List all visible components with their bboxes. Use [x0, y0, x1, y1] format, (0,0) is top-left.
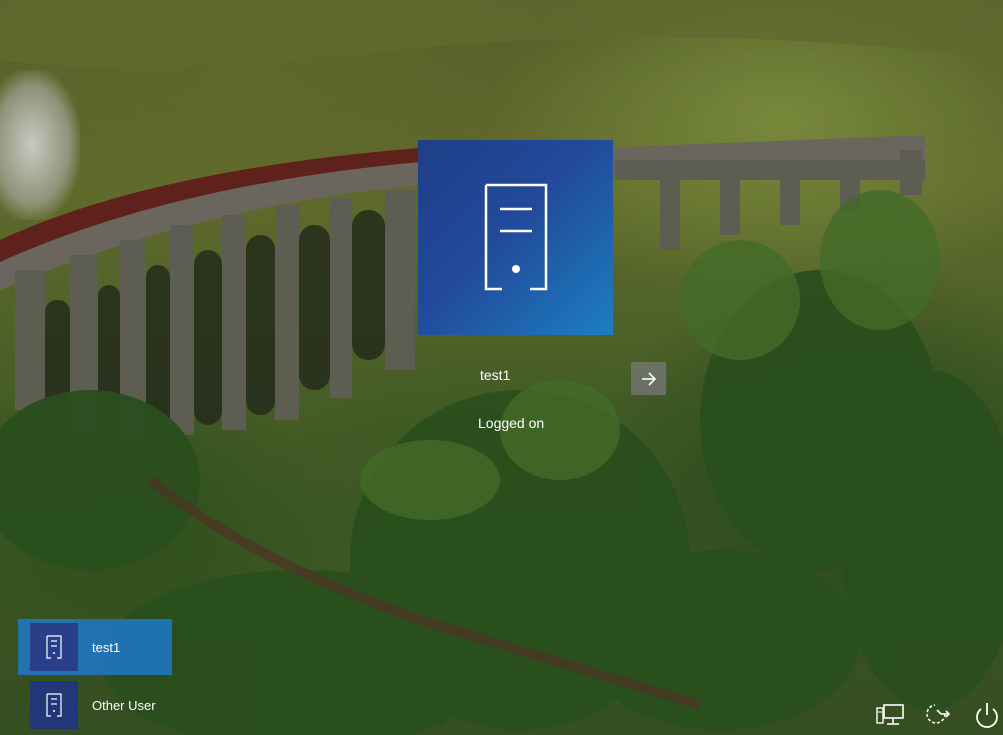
power-button[interactable]: [972, 700, 1002, 730]
server-icon: [46, 635, 62, 659]
user-avatar-tile: [418, 140, 613, 335]
user-status-text: Logged on: [478, 415, 545, 431]
user-list-label: Other User: [92, 697, 156, 713]
user-mini-tile: [30, 681, 78, 729]
ease-of-access-icon: [926, 704, 951, 724]
network-button[interactable]: [875, 700, 905, 730]
lock-screen: test1 Logged on test1 Other User: [0, 0, 1003, 735]
user-list-label: test1: [92, 639, 121, 655]
user-list-item-other-user[interactable]: Other User: [18, 677, 172, 733]
network-icon: [876, 704, 904, 725]
submit-arrow-button[interactable]: [631, 362, 666, 395]
username-label: test1: [480, 367, 511, 383]
user-mini-tile: [30, 623, 78, 671]
power-icon: [976, 703, 998, 728]
ease-of-access-button[interactable]: [922, 700, 952, 730]
server-icon: [46, 693, 62, 717]
user-list-item-test1[interactable]: test1: [18, 619, 172, 675]
arrow-right-icon: [641, 371, 656, 386]
server-icon: [484, 183, 547, 290]
